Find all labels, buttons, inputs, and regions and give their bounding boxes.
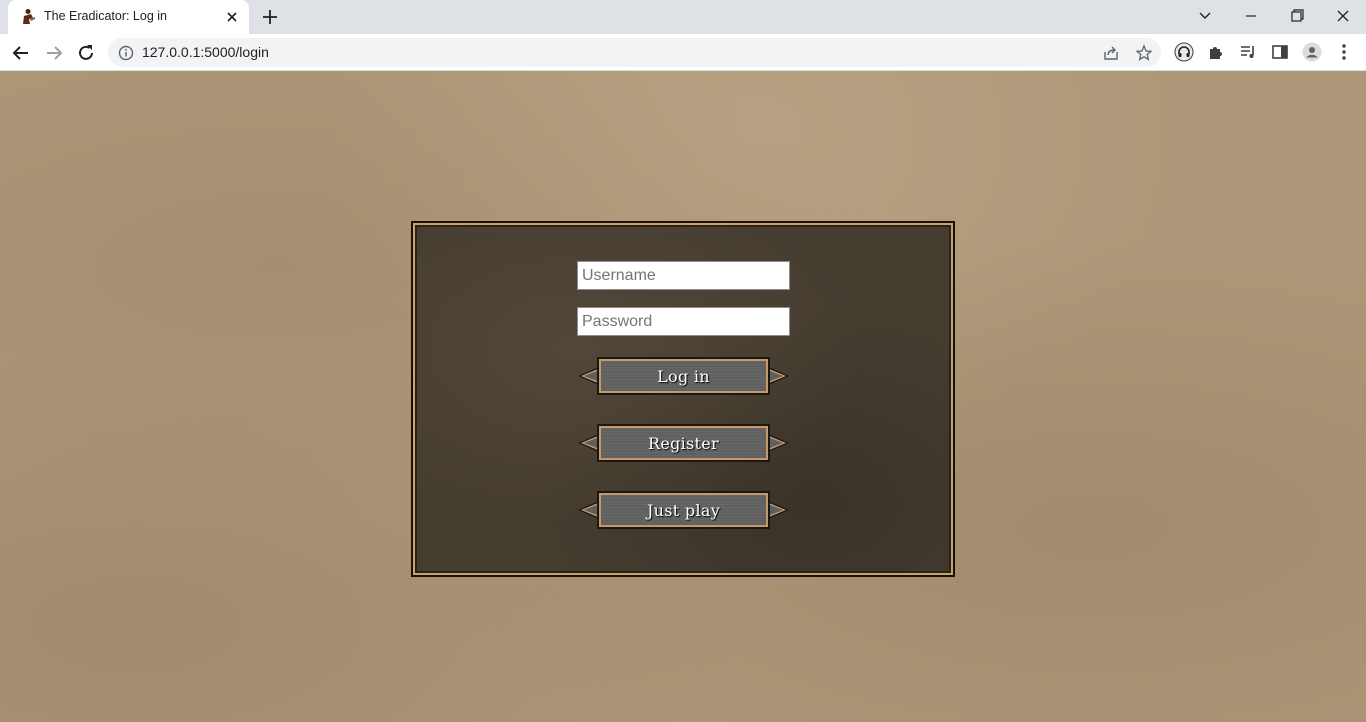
reload-icon[interactable]	[74, 41, 98, 65]
chevron-down-icon[interactable]	[1193, 5, 1217, 27]
just-play-button[interactable]: Just play	[577, 491, 790, 529]
login-button-frame: Log in	[599, 359, 768, 393]
minimize-icon[interactable]	[1239, 5, 1263, 27]
address-bar[interactable]: 127.0.0.1:5000/login	[108, 38, 1161, 67]
login-button[interactable]: Log in	[577, 357, 790, 395]
favicon	[23, 9, 35, 24]
tab-strip: The Eradicator: Log in	[0, 0, 1366, 34]
back-arrow-icon[interactable]	[9, 41, 33, 65]
extension-headphones-icon[interactable]	[1174, 42, 1194, 62]
login-button-face: Log in	[601, 361, 766, 391]
star-icon[interactable]	[1135, 44, 1153, 62]
login-button-body: Log in	[597, 357, 770, 395]
register-button-face: Register	[601, 428, 766, 458]
url-text: 127.0.0.1:5000/login	[142, 44, 269, 60]
plus-icon[interactable]	[260, 7, 280, 27]
window-close-icon[interactable]	[1331, 5, 1355, 27]
browser-tab[interactable]: The Eradicator: Log in	[8, 0, 249, 34]
register-button-body: Register	[597, 424, 770, 462]
kebab-menu-icon[interactable]	[1334, 42, 1354, 62]
login-panel: Log in	[411, 221, 955, 577]
browser-toolbar: 127.0.0.1:5000/login	[0, 34, 1366, 71]
username-input[interactable]	[577, 261, 790, 290]
profile-avatar-icon[interactable]	[1302, 42, 1322, 62]
register-button-frame: Register	[599, 426, 768, 460]
register-button-label: Register	[647, 433, 720, 453]
login-button-label: Log in	[657, 366, 710, 386]
restore-icon[interactable]	[1285, 5, 1309, 27]
puzzle-icon[interactable]	[1206, 42, 1226, 62]
tab-title: The Eradicator: Log in	[44, 9, 167, 23]
forward-arrow-icon[interactable]	[42, 41, 66, 65]
just-play-button-body: Just play	[597, 491, 770, 529]
side-panel-icon[interactable]	[1270, 42, 1290, 62]
media-queue-icon[interactable]	[1238, 42, 1258, 62]
just-play-button-frame: Just play	[599, 493, 768, 527]
just-play-button-label: Just play	[646, 500, 721, 520]
info-icon[interactable]	[118, 45, 134, 61]
close-icon[interactable]	[224, 9, 240, 25]
password-input[interactable]	[577, 307, 790, 336]
register-button[interactable]: Register	[577, 424, 790, 462]
page-background: Log in	[0, 71, 1366, 722]
login-panel-body: Log in	[415, 225, 951, 573]
share-icon[interactable]	[1102, 44, 1120, 62]
just-play-button-face: Just play	[601, 495, 766, 525]
login-panel-frame: Log in	[413, 223, 953, 575]
